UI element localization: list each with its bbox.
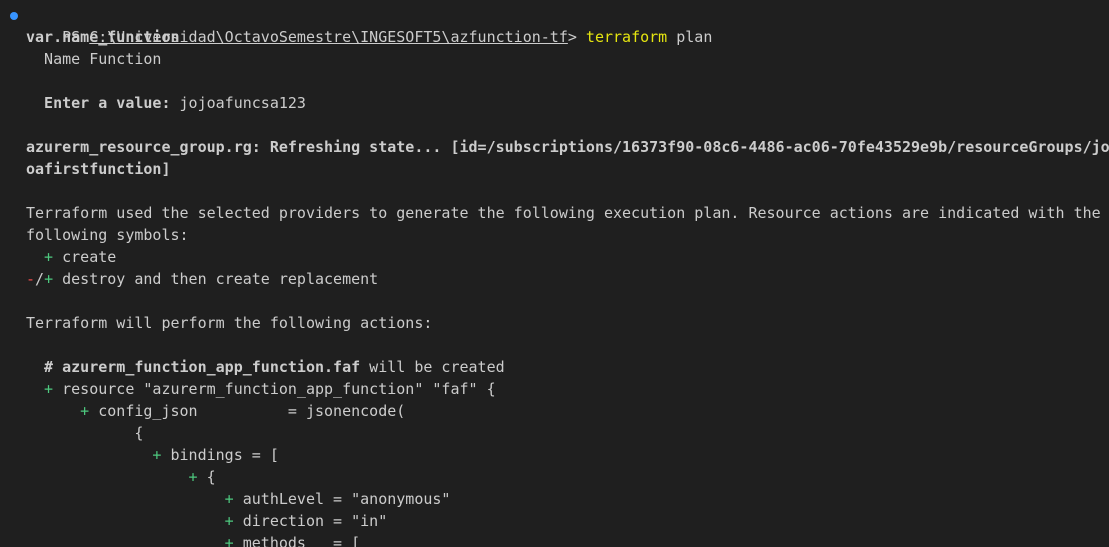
resource-comment-line: # azurerm_function_app_function.faf will… [0,356,1109,378]
bindings-plus: + [26,446,171,464]
dir-plus: + [26,512,243,530]
bindings-line: + bindings = [ [0,444,1109,466]
item-text: { [206,468,216,486]
symbol-create-line: + create [0,246,1109,268]
enter-value-label: Enter a value: [26,94,171,112]
resource-line: + resource "azurerm_function_app_functio… [0,378,1109,400]
auth-text: authLevel = "anonymous" [242,490,451,508]
var-name: var.name_function [26,28,180,46]
symbol-replace-line: -/+ destroy and then create replacement [0,268,1109,290]
terminal-panel[interactable]: PS C:\Universidad\OctavoSemestre\INGESOF… [0,0,1109,547]
binding-item-line: + { [0,466,1109,488]
open-brace-line: { [26,424,144,442]
auth-plus: + [26,490,243,508]
actions-header: Terraform will perform the following act… [26,314,433,332]
item-plus: + [26,468,207,486]
direction-line: + direction = "in" [0,510,1109,532]
methods-plus: + [26,534,243,547]
refresh-continuation: oafirstfunction] [26,160,171,178]
prompt-line: PS C:\Universidad\OctavoSemestre\INGESOF… [0,4,1109,46]
comment-suffix: will be created [360,358,505,376]
auth-level-line: + authLevel = "anonymous" [0,488,1109,510]
methods-line: + methods = [ [0,532,1109,547]
command-status-dot-icon[interactable] [10,12,18,20]
config-json-line: + config_json = jsonencode( [0,400,1109,422]
plan-intro-line-1: Terraform used the selected providers to… [26,204,1101,222]
replace-plus: + [44,270,54,288]
methods-text: methods = [ [242,534,361,547]
var-description: Name Function [26,50,162,68]
refresh-line: azurerm_resource_group.rg: Refreshing st… [26,138,1109,156]
bindings-text: bindings = [ [170,446,279,464]
enter-value-line: Enter a value: jojoafuncsa123 [0,92,1109,114]
comment-hash: # [26,358,63,376]
config-text: config_json = jsonencode( [98,402,406,420]
comment-resource: azurerm_function_app_function.faf [62,358,361,376]
resource-plus: + [26,380,63,398]
create-symbol: + [26,248,63,266]
replace-slash: / [35,270,45,288]
entered-value: jojoafuncsa123 [170,94,306,112]
replace-text: destroy and then create replacement [53,270,379,288]
plan-intro-line-2: following symbols: [26,226,189,244]
resource-text: resource "azurerm_function_app_function"… [62,380,496,398]
replace-minus: - [26,270,36,288]
dir-text: direction = "in" [242,512,388,530]
config-plus: + [26,402,99,420]
create-text: create [62,248,117,266]
